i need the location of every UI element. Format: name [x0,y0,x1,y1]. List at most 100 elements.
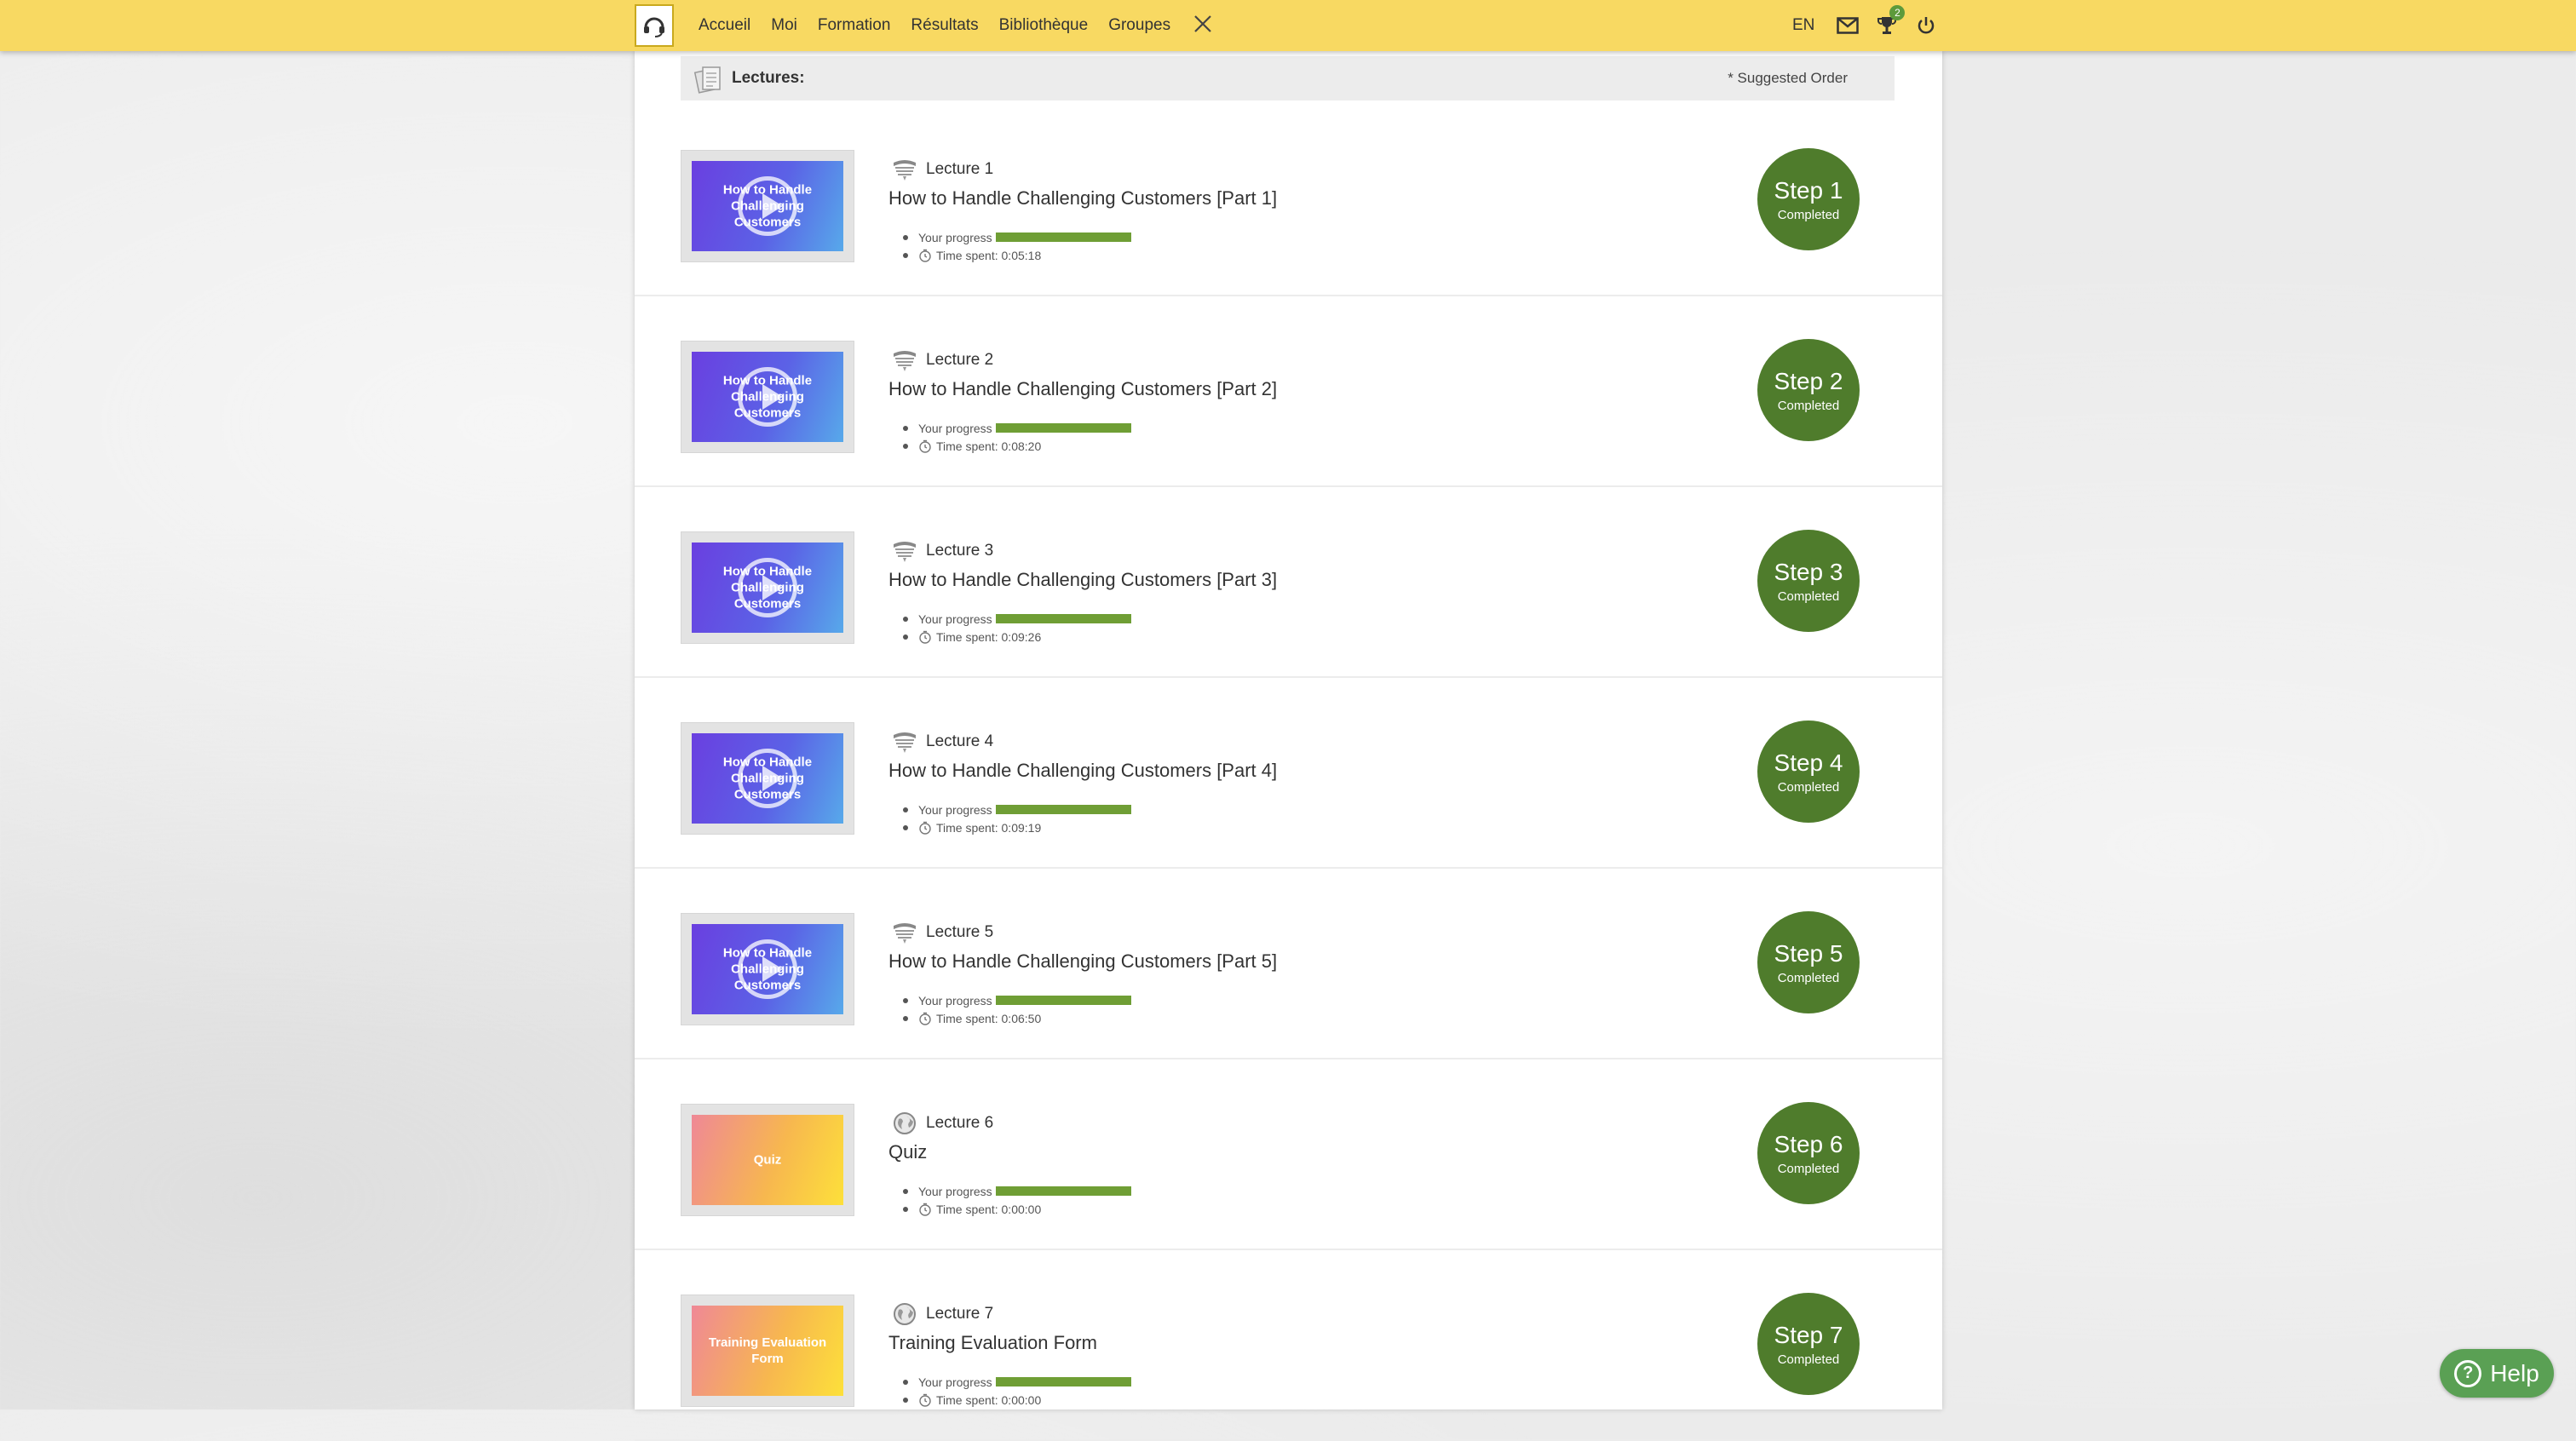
lecture-number: Lecture 7 [926,1305,994,1323]
question-mark-icon: ? [2454,1359,2482,1387]
language-switch[interactable]: EN [1792,16,1814,35]
lecture-number: Lecture 3 [926,542,994,560]
stopwatch-icon [918,1203,932,1216]
lectures-header: Lectures: * Suggested Order [681,56,1895,100]
progress-bar [995,1377,1131,1386]
lecture-thumbnail[interactable]: Training Evaluation Form [681,1295,854,1407]
time-spent-value: 0:09:19 [1001,820,1042,835]
thumbnail-image: Training Evaluation Form [692,1306,843,1396]
close-x-icon[interactable] [1193,14,1213,37]
lecture-meta: Your progress Time spent: 0:00:00 [903,1373,1131,1409]
lecture-thumbnail[interactable]: How to Handle Challenging Customers [681,150,854,262]
lecture-thumbnail[interactable]: How to Handle Challenging Customers [681,341,854,453]
step-number: Step 1 [1774,176,1843,204]
play-icon [738,749,797,808]
bullet [903,616,908,622]
progress-label: Your progress [918,1375,992,1389]
progress-bar [995,423,1131,433]
step-badge: Step 7 Completed [1757,1293,1860,1395]
lecture-title[interactable]: How to Handle Challenging Customers [Par… [888,950,1277,973]
stopwatch-icon [918,1393,932,1407]
lecture-number: Lecture 2 [926,351,994,369]
nav-bibliotheque[interactable]: Bibliothèque [999,16,1089,35]
bullet [903,824,908,830]
time-spent-value: 0:06:50 [1001,1011,1042,1025]
lecture-row[interactable]: Training Evaluation Form Lecture 7 Trainin… [635,1250,1942,1441]
lecture-number: Lecture 1 [926,160,994,178]
progress-bar [995,233,1131,242]
video-lecture-icon [890,918,919,947]
lecture-title[interactable]: How to Handle Challenging Customers [Par… [888,760,1277,782]
lecture-meta: Your progress Time spent: 0:06:50 [903,991,1131,1027]
video-lecture-icon [890,346,919,375]
time-spent-value: 0:00:00 [1001,1202,1042,1216]
help-button[interactable]: ? Help [2440,1349,2554,1398]
lecture-row[interactable]: Quiz Lecture 6 Quiz Your progress Time spent… [635,1059,1942,1250]
lecture-thumbnail[interactable]: Quiz [681,1104,854,1216]
lecture-title[interactable]: How to Handle Challenging Customers [Par… [888,569,1277,591]
nav-moi[interactable]: Moi [771,16,797,35]
progress-bar-fill [995,423,1131,433]
nav-accueil[interactable]: Accueil [699,16,750,35]
lecture-row[interactable]: How to Handle Challenging Customers Lectu… [635,106,1942,296]
step-number: Step 3 [1774,558,1843,585]
step-number: Step 4 [1774,749,1843,776]
lecture-number: Lecture 5 [926,923,994,941]
step-status: Completed [1777,398,1840,413]
lecture-title[interactable]: Training Evaluation Form [888,1332,1097,1354]
time-spent: Time spent: 0:08:20 [936,439,1042,453]
bullet [903,234,908,240]
documents-icon [693,62,725,95]
thumbnail-image: How to Handle Challenging Customers [692,161,843,251]
progress-bar-fill [995,1186,1131,1196]
thumbnail-image: How to Handle Challenging Customers [692,352,843,442]
lecture-row[interactable]: How to Handle Challenging Customers Lectu… [635,296,1942,487]
step-number: Step 5 [1774,939,1843,967]
lecture-number: Lecture 6 [926,1114,994,1132]
lecture-thumbnail[interactable]: How to Handle Challenging Customers [681,722,854,835]
stopwatch-icon [918,439,932,453]
lecture-thumbnail[interactable]: How to Handle Challenging Customers [681,531,854,644]
help-label: Help [2490,1359,2539,1386]
progress-label: Your progress [918,421,992,435]
bullet [903,807,908,812]
lecture-thumbnail[interactable]: How to Handle Challenging Customers [681,913,854,1025]
progress-label: Your progress [918,230,992,244]
progress-bar-fill [995,996,1131,1005]
bullet [903,997,908,1003]
nav-formation[interactable]: Formation [818,16,891,35]
step-number: Step 6 [1774,1130,1843,1157]
progress-bar [995,996,1131,1005]
stopwatch-icon [918,249,932,262]
thumbnail-text: Quiz [753,1152,782,1168]
lecture-title[interactable]: How to Handle Challenging Customers [Par… [888,378,1277,400]
lecture-title[interactable]: Quiz [888,1141,927,1163]
thumbnail-image: Quiz [692,1115,843,1205]
trophy-icon[interactable]: 2 [1874,5,1906,38]
bullet [903,1397,908,1403]
lecture-title[interactable]: How to Handle Challenging Customers [Par… [888,187,1277,210]
lecture-row[interactable]: How to Handle Challenging Customers Lectu… [635,678,1942,869]
time-spent: Time spent: 0:06:50 [936,1011,1042,1025]
progress-bar-fill [995,614,1131,623]
lecture-row[interactable]: How to Handle Challenging Customers Lectu… [635,487,1942,678]
globe-icon [890,1300,919,1329]
step-status: Completed [1777,1161,1840,1176]
headset-logo-icon[interactable] [635,4,674,47]
lecture-meta: Your progress Time spent: 0:09:19 [903,801,1131,836]
progress-bar [995,614,1131,623]
power-icon[interactable] [1913,13,1939,38]
bullet [903,252,908,258]
step-status: Completed [1777,207,1840,222]
main-nav: Accueil Moi Formation Résultats Biblioth… [699,0,1213,51]
step-badge: Step 2 Completed [1757,339,1860,441]
nav-resultats[interactable]: Résultats [911,16,978,35]
progress-bar-fill [995,1377,1131,1386]
mail-icon[interactable] [1835,13,1860,38]
notification-badge: 2 [1889,5,1906,20]
nav-groupes[interactable]: Groupes [1108,16,1170,35]
lecture-row[interactable]: How to Handle Challenging Customers Lectu… [635,869,1942,1059]
lectures-title: Lectures: [732,69,805,87]
play-icon [738,367,797,427]
progress-bar [995,805,1131,814]
